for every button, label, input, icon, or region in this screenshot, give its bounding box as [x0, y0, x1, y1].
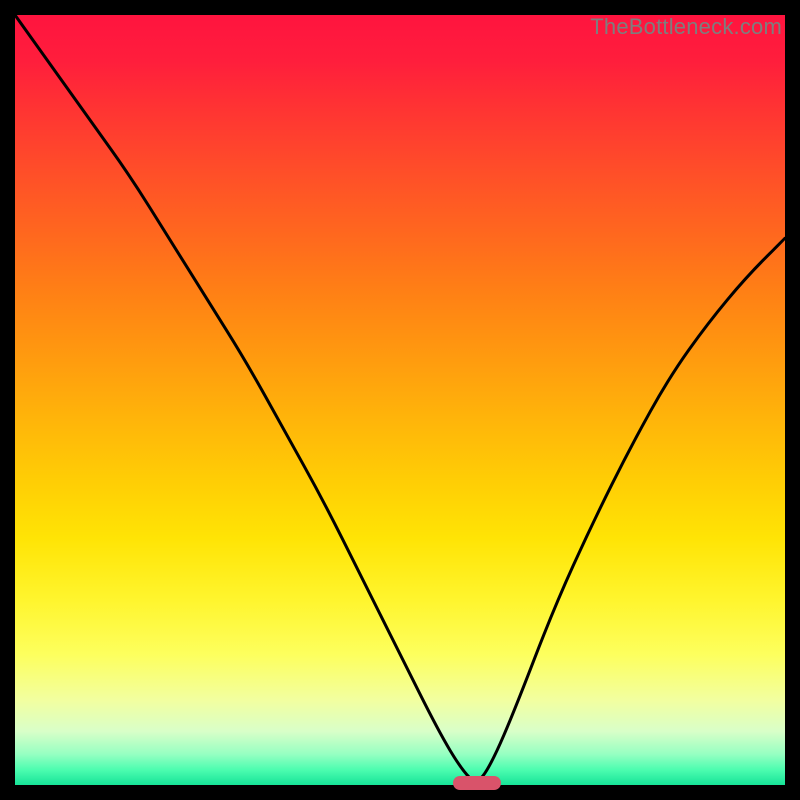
- minimum-marker: [453, 776, 501, 790]
- chart-container: TheBottleneck.com: [0, 0, 800, 800]
- plot-area: [15, 15, 785, 785]
- watermark-label: TheBottleneck.com: [590, 14, 782, 40]
- curve-path: [15, 15, 785, 780]
- bottleneck-curve: [15, 15, 785, 785]
